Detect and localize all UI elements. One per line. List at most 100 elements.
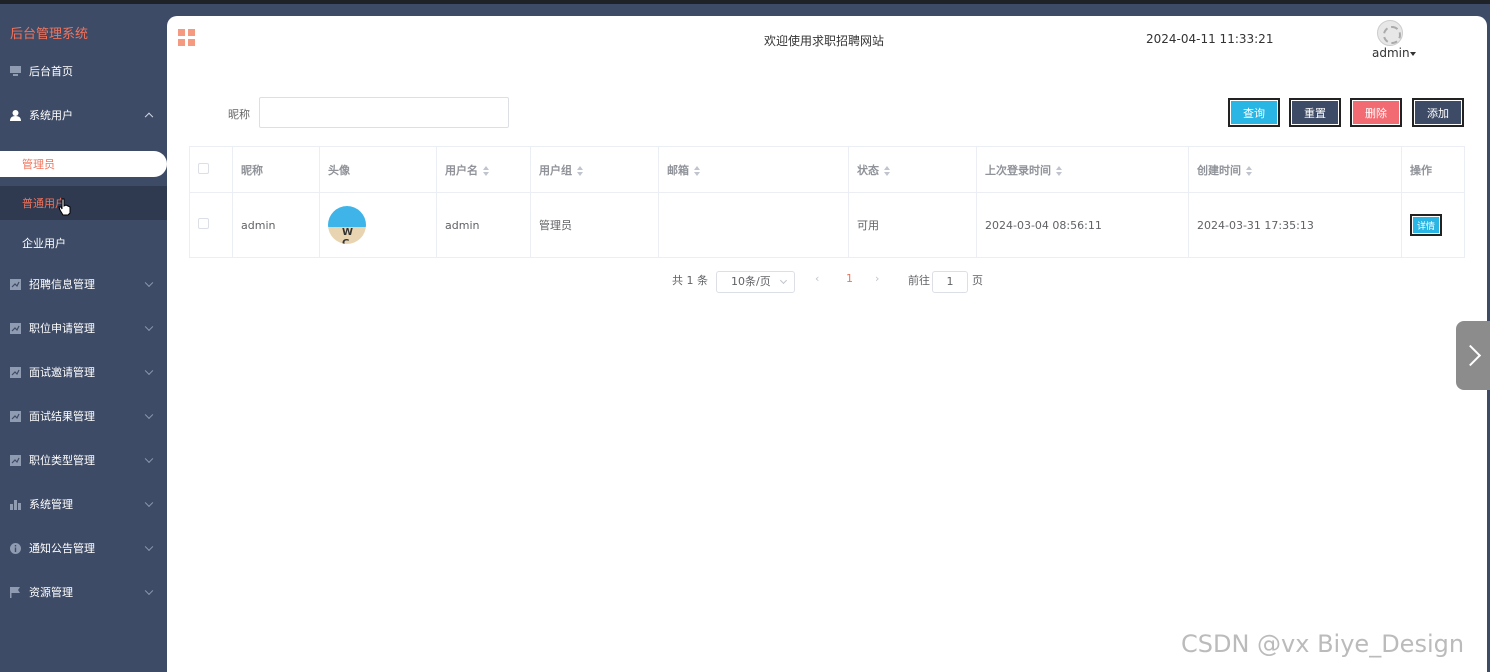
sidebar-item-notice[interactable]: 通知公告管理	[0, 526, 167, 570]
submenu-item-normal-users[interactable]: 普通用户	[0, 186, 167, 220]
bar-chart-icon	[10, 499, 21, 510]
sidebar-item-interview-invite[interactable]: 面试邀请管理	[0, 350, 167, 394]
chevron-down-icon	[144, 454, 154, 464]
column-label: 用户组	[539, 163, 572, 177]
detail-button[interactable]: 详情	[1410, 214, 1442, 236]
column-header-group[interactable]: 用户组	[530, 146, 659, 193]
add-button[interactable]: 添加	[1412, 98, 1464, 127]
sidebar-item-label: 面试结果管理	[29, 410, 95, 423]
cell-group: 管理员	[530, 192, 659, 258]
sidebar-item-interview-result[interactable]: 面试结果管理	[0, 394, 167, 438]
user-icon	[10, 109, 21, 121]
table-row: admin W C admin 管理员 可用 2024-03-04 08:56:…	[189, 192, 1465, 258]
pagination-total: 共 1 条	[672, 274, 708, 287]
hand-cursor-icon	[58, 198, 71, 216]
sort-icon[interactable]	[694, 165, 701, 176]
column-header-nickname: 昵称	[232, 146, 320, 193]
chevron-down-icon	[144, 322, 154, 332]
sidebar-item-label: 职位类型管理	[29, 454, 95, 467]
expand-panel-button[interactable]	[1456, 321, 1490, 390]
submenu-item-company-users[interactable]: 企业用户	[0, 226, 167, 260]
column-header-email[interactable]: 邮箱	[658, 146, 849, 193]
sidebar-item-system-users[interactable]: 系统用户	[0, 93, 167, 137]
cell-action: 详情	[1401, 192, 1465, 258]
chevron-down-icon	[144, 542, 154, 552]
brand-title: 后台管理系统	[10, 27, 89, 42]
submenu-item-label: 企业用户	[22, 237, 66, 250]
table-header-row: 昵称 头像 用户名 用户组 邮箱 状态 上次登录时间 创建时间 操作	[189, 146, 1465, 193]
submenu-item-admin[interactable]: 管理员	[0, 151, 167, 177]
sort-icon[interactable]	[1246, 165, 1253, 176]
sort-icon[interactable]	[884, 165, 891, 176]
sidebar-item-job-apply[interactable]: 职位申请管理	[0, 306, 167, 350]
chevron-down-icon	[144, 366, 154, 376]
column-header-username[interactable]: 用户名	[436, 146, 531, 193]
page-size-value: 10条/页	[731, 275, 771, 288]
row-checkbox[interactable]	[198, 218, 209, 229]
chevron-down-icon	[144, 498, 154, 508]
sort-icon[interactable]	[483, 165, 490, 176]
page-size-select[interactable]: 10条/页	[716, 271, 795, 293]
cell-last-login: 2024-03-04 08:56:11	[976, 192, 1189, 258]
sidebar: 后台管理系统 后台首页 系统用户 管理员 普通用户 企业用户 招聘信息管理 职位…	[0, 4, 167, 672]
current-datetime: 2024-04-11 11:33:21	[1146, 32, 1274, 46]
watermark-text: CSDN @vx Biye_Design	[1181, 630, 1465, 658]
sidebar-item-resource[interactable]: 资源管理	[0, 570, 167, 614]
sidebar-item-system-manage[interactable]: 系统管理	[0, 482, 167, 526]
column-header-status[interactable]: 状态	[848, 146, 977, 193]
chart-icon	[10, 278, 21, 290]
sidebar-item-label: 面试邀请管理	[29, 366, 95, 379]
window-top-strip	[0, 0, 1490, 4]
column-label: 状态	[857, 163, 879, 177]
chart-icon	[10, 366, 21, 378]
apps-grid-icon[interactable]	[178, 29, 195, 46]
row-select-cell	[189, 192, 233, 258]
nickname-search-input[interactable]	[259, 97, 509, 128]
select-all-checkbox[interactable]	[198, 162, 209, 174]
sidebar-item-job-type[interactable]: 职位类型管理	[0, 438, 167, 482]
column-header-action: 操作	[1401, 146, 1465, 193]
sort-icon[interactable]	[577, 165, 584, 176]
next-page-button[interactable]: ›	[875, 272, 879, 285]
row-avatar-image: W C	[328, 206, 366, 244]
flag-icon	[10, 586, 21, 598]
delete-button[interactable]: 删除	[1350, 98, 1402, 127]
info-icon	[10, 542, 21, 554]
column-label: 昵称	[241, 163, 263, 177]
chart-icon	[10, 322, 21, 334]
chevron-up-icon	[144, 112, 154, 122]
sidebar-item-label: 系统管理	[29, 498, 73, 511]
query-button[interactable]: 查询	[1228, 98, 1280, 127]
user-menu[interactable]: admin	[1372, 46, 1410, 60]
caret-down-icon[interactable]	[1410, 52, 1416, 56]
goto-page-input[interactable]: 1	[932, 271, 968, 293]
prev-page-button[interactable]: ‹	[815, 272, 819, 285]
chevron-down-icon	[144, 410, 154, 420]
cell-created: 2024-03-31 17:35:13	[1188, 192, 1402, 258]
page-suffix-label: 页	[972, 274, 983, 287]
cell-username: admin	[436, 192, 531, 258]
chevron-down-icon	[144, 278, 154, 288]
sort-icon[interactable]	[1056, 165, 1063, 176]
welcome-text: 欢迎使用求职招聘网站	[764, 34, 885, 48]
column-label: 操作	[1410, 163, 1432, 177]
cell-nickname: admin	[232, 192, 320, 258]
select-all-cell	[189, 146, 233, 193]
column-header-created[interactable]: 创建时间	[1188, 146, 1402, 193]
page-number-current[interactable]: 1	[846, 272, 853, 285]
nickname-filter-label: 昵称	[228, 108, 250, 121]
sidebar-item-label: 系统用户	[29, 109, 73, 122]
sidebar-item-label: 通知公告管理	[29, 542, 95, 555]
sidebar-item-label: 职位申请管理	[29, 322, 95, 335]
column-label: 创建时间	[1197, 163, 1241, 177]
reset-button[interactable]: 重置	[1289, 98, 1341, 127]
sidebar-item-home[interactable]: 后台首页	[0, 49, 167, 93]
sidebar-item-job-info[interactable]: 招聘信息管理	[0, 262, 167, 306]
avatar[interactable]	[1377, 20, 1403, 46]
avatar-text: W C	[342, 227, 358, 244]
column-header-last-login[interactable]: 上次登录时间	[976, 146, 1189, 193]
column-label: 上次登录时间	[985, 163, 1051, 177]
cell-email	[658, 192, 849, 258]
chart-icon	[10, 410, 21, 422]
submenu-item-label: 管理员	[22, 158, 55, 171]
